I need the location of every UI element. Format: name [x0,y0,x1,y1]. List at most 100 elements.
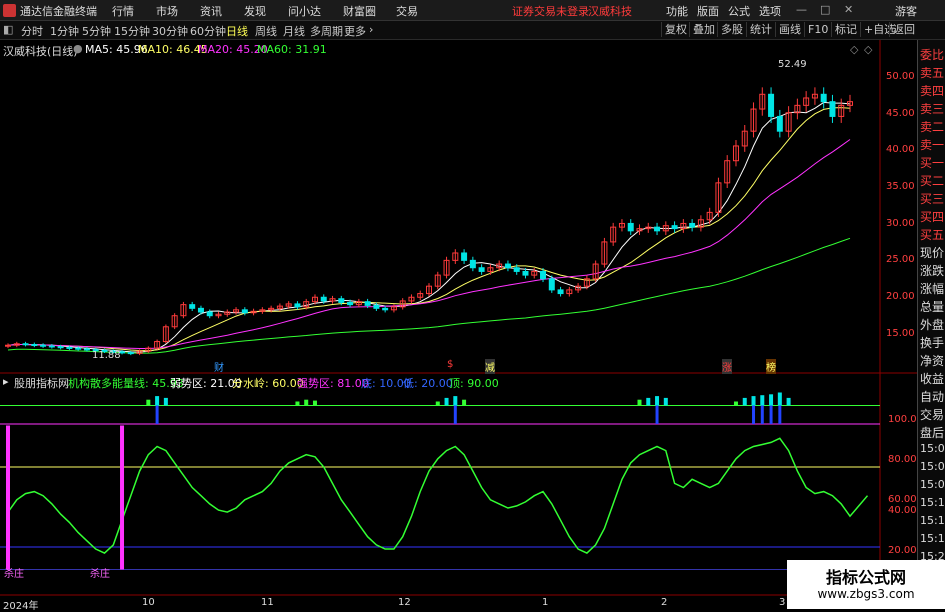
tool-fuquan[interactable]: 复权 [661,22,690,37]
period-weekly[interactable]: 周线 [255,23,277,39]
candle-body [776,115,783,132]
panel-label: 自动 [920,390,945,404]
strong-signal-bar [646,397,651,406]
menu-zixun[interactable]: 资讯 [200,3,222,19]
ma60-legend: MA60: 31.91 [257,43,327,56]
candle-body [31,344,38,346]
quote-side-panel[interactable]: 委比 卖五 卖四 卖三 卖二 卖一 买一 买二 买三 买四 买五 现价 涨跌 涨… [917,40,945,609]
panel-label: 买四 [920,210,945,224]
panel-label: 收益 [920,372,945,386]
strong-signal-bar [312,400,317,406]
event-marker-jian[interactable]: 减 [485,359,495,374]
period-fenshi[interactable]: 分时 [21,23,43,39]
period-15min[interactable]: 15分钟 [114,23,150,39]
app-logo-icon [3,4,16,17]
panel-time: 15:00 [920,478,945,491]
period-daily[interactable]: 日线 [226,23,248,39]
candle-body [347,301,354,306]
diamond-icon[interactable]: ◇ [850,43,858,56]
watermark-url: www.zbgs3.com [817,587,915,601]
candle-body [469,259,476,269]
tool-fanhui[interactable]: 返回 [889,22,918,37]
menu-shichang[interactable]: 市场 [156,3,178,19]
strong-signal-bar [742,397,747,406]
candle-body [320,296,327,302]
tool-f10[interactable]: F10 [804,22,831,37]
price-tick: 30.00 [886,218,915,229]
candle-body [373,304,380,309]
panel-label: 现价 [920,246,945,260]
panel-time: 15:00 [920,460,945,473]
event-marker-bang[interactable]: 榜 [766,359,776,374]
strong-signal-bar [786,397,791,406]
panel-time: 15:12 [920,514,945,527]
chevron-right-icon[interactable]: › [369,23,373,36]
kline-chart[interactable] [0,40,917,609]
menu-xuanxiang[interactable]: 选项 [759,3,781,19]
legend-dot-icon: ● [73,42,83,55]
period-5min[interactable]: 5分钟 [82,23,111,39]
candle-body [540,270,547,280]
indicator-tick: 80.00 [888,454,917,465]
menu-faxian[interactable]: 发现 [244,3,266,19]
event-marker-cai[interactable]: 财 [214,359,224,374]
period-1min[interactable]: 1分钟 [50,23,79,39]
panel-label: 涨幅 [920,282,945,296]
period-30min[interactable]: 30分钟 [152,23,188,39]
sell-signal-bar [453,405,457,424]
candle-body [557,289,564,295]
tool-huaxian[interactable]: 画线 [775,22,804,37]
period-monthly[interactable]: 月线 [283,23,305,39]
price-tick: 40.00 [886,144,915,155]
close-icon[interactable]: ✕ [844,3,853,16]
panel-label: 卖一 [920,138,945,152]
tool-tongji[interactable]: 统计 [746,22,775,37]
candle-body [364,301,371,306]
expand-icon[interactable]: ◇ [864,43,872,56]
menu-caifuquan[interactable]: 财富圈 [343,3,376,19]
strong-signal-bar [146,399,151,406]
candle-body [57,346,64,349]
menu-gongneng[interactable]: 功能 [666,3,688,19]
period-more[interactable]: 更多 [344,23,366,39]
panel-label: 卖四 [920,84,945,98]
menu-jiaoyi[interactable]: 交易 [396,3,418,19]
menu-wenxiaoda[interactable]: 问小达 [288,3,321,19]
menu-gongshi[interactable]: 公式 [728,3,750,19]
app-title: 通达信金融终端 [20,5,97,18]
candle-body [768,93,775,117]
period-60min[interactable]: 60分钟 [190,23,226,39]
indicator-expand-icon[interactable]: ▸ [3,375,9,388]
event-marker-dollar[interactable]: $ [447,359,453,370]
signal-label: 杀庄 [90,569,110,580]
strong-signal-bar [444,397,449,406]
panel-label: 换手 [920,336,945,350]
user-label[interactable]: 游客 [895,3,917,19]
tool-diejia[interactable]: 叠加 [689,22,718,37]
event-marker-zhang[interactable]: 涨 [722,359,732,374]
toggle-icon[interactable]: ◧ [3,23,13,36]
candle-body [48,345,55,348]
strong-signal-bar [304,399,309,406]
top-menu-bar: 通达信金融终端 行情 市场 资讯 发现 问小达 财富圈 交易 证券交易未登录 汉… [0,0,945,21]
menu-banmian[interactable]: 版面 [697,3,719,19]
period-toolbar: ◧ 分时 1分钟 5分钟 15分钟 30分钟 60分钟 日线 周线 月线 多周期… [0,21,945,40]
panel-label: 卖二 [920,120,945,134]
sell-signal-bar [655,405,659,424]
panel-label: 委比 [920,48,945,62]
candle-body [820,93,827,103]
tool-duogu[interactable]: 多股 [717,22,746,37]
maximize-icon[interactable]: □ [820,3,830,16]
candle-body [189,304,196,309]
high-price-annotation: 52.49 [778,59,807,70]
strong-signal-bar [655,396,660,406]
menu-hangqing[interactable]: 行情 [112,3,134,19]
login-warning[interactable]: 证券交易未登录 [512,3,589,19]
minimize-icon[interactable]: — [796,3,807,16]
indicator-name[interactable]: 股朋指标网 [14,375,69,391]
price-tick: 25.00 [886,254,915,265]
period-multi[interactable]: 多周期 [310,23,343,39]
tool-biaoji[interactable]: 标记 [831,22,860,37]
date-label: 10 [142,597,155,608]
candle-body [461,252,468,261]
